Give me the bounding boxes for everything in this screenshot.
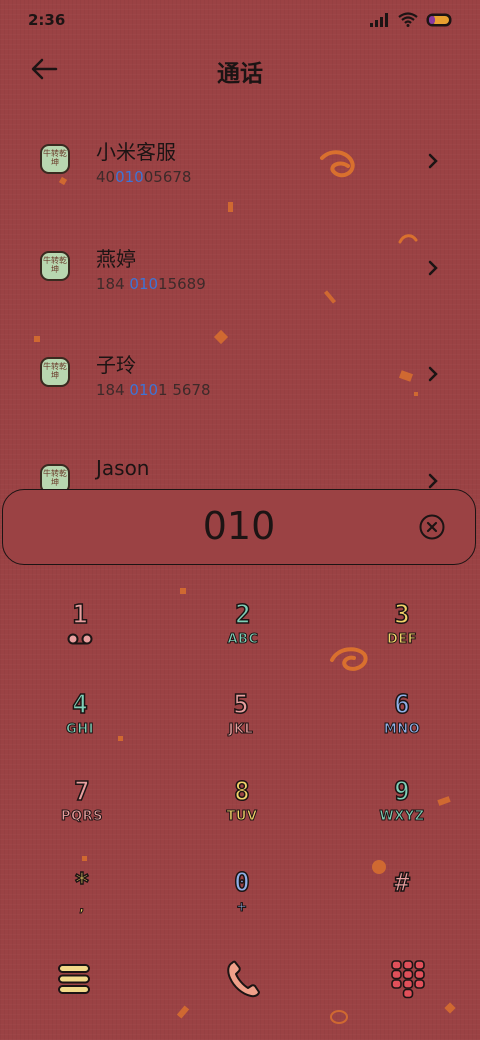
chevron-right-icon[interactable] [426, 259, 440, 277]
key-letters: WXYZ [379, 809, 425, 825]
wifi-icon [398, 12, 418, 27]
status-icons [370, 12, 454, 27]
key-letters: , [79, 900, 85, 916]
key-digit: # [393, 867, 410, 899]
bottom-action-bar [0, 955, 480, 1005]
key-letters: DEF [386, 632, 418, 648]
key-letters: + [236, 900, 248, 916]
key-0[interactable]: 0 + [182, 867, 302, 940]
key-5[interactable]: 5 JKL [181, 689, 301, 762]
confetti-decoration [82, 856, 87, 861]
key-digit: 8 [233, 776, 250, 808]
key-letters: JKL [228, 722, 254, 738]
confetti-decoration [176, 1005, 190, 1019]
clear-icon[interactable] [419, 514, 445, 540]
status-bar: 2:36 [0, 0, 480, 40]
contact-row[interactable]: 牛转乾坤 子玲 184 0101 5678 [0, 337, 480, 417]
key-digit: 0 [233, 867, 250, 899]
confetti-decoration [330, 1010, 348, 1024]
key-letters: ABC [227, 632, 259, 648]
key-digit: 2 [234, 599, 251, 631]
contact-number: 4001005678 [96, 168, 192, 186]
dialpad-icon[interactable] [390, 959, 426, 999]
chevron-right-icon[interactable] [426, 365, 440, 383]
avatar: 牛转乾坤 [40, 357, 70, 387]
battery-icon [426, 13, 452, 26]
key-letters: GHI [66, 722, 94, 738]
key-digit: 4 [71, 689, 88, 721]
signal-icon [370, 12, 388, 27]
key-digit: * [73, 867, 90, 899]
status-time: 2:36 [28, 11, 66, 29]
key-6[interactable]: 6 MNO [342, 689, 462, 762]
key-digit: 6 [393, 689, 410, 721]
contact-name: Jason [96, 456, 150, 480]
key-hash[interactable]: # [342, 867, 462, 940]
menu-icon[interactable] [56, 961, 92, 997]
header: 通话 [0, 44, 480, 96]
contact-row[interactable]: 牛转乾坤 燕婷 184 01015689 [0, 231, 480, 311]
contact-name: 小米客服 [96, 140, 176, 164]
key-4[interactable]: 4 GHI [20, 689, 140, 762]
key-letters: MNO [383, 722, 421, 738]
key-letters: PQRS [61, 809, 103, 825]
key-digit: 9 [393, 776, 410, 808]
contact-name: 燕婷 [96, 247, 136, 271]
key-star[interactable]: * , [22, 867, 142, 940]
phone-call-icon[interactable] [224, 959, 262, 999]
key-8[interactable]: 8 TUV [182, 776, 302, 849]
avatar: 牛转乾坤 [40, 144, 70, 174]
key-digit: 5 [232, 689, 249, 721]
key-2[interactable]: 2 ABC [183, 599, 303, 672]
key-letters: TUV [226, 809, 258, 825]
page-title: 通话 [217, 61, 263, 87]
key-digit: 1 [71, 599, 88, 631]
key-1[interactable]: 1 [20, 599, 140, 672]
key-digit: 7 [73, 776, 90, 808]
avatar: 牛转乾坤 [40, 251, 70, 281]
voicemail-icon [67, 633, 93, 645]
key-7[interactable]: 7 PQRS [22, 776, 142, 849]
contact-number: 184 01015689 [96, 275, 206, 293]
key-3[interactable]: 3 DEF [342, 599, 462, 672]
contact-row[interactable]: 牛转乾坤 小米客服 4001005678 [0, 124, 480, 204]
contact-name: 子玲 [96, 353, 136, 377]
dialed-number: 010 [202, 504, 276, 548]
chevron-right-icon[interactable] [426, 472, 440, 490]
dialed-number-bar[interactable]: 010 [2, 489, 476, 565]
key-9[interactable]: 9 WXYZ [342, 776, 462, 849]
confetti-decoration [180, 588, 186, 594]
contact-number: 184 0101 5678 [96, 381, 211, 399]
key-digit: 3 [393, 599, 410, 631]
chevron-right-icon[interactable] [426, 152, 440, 170]
